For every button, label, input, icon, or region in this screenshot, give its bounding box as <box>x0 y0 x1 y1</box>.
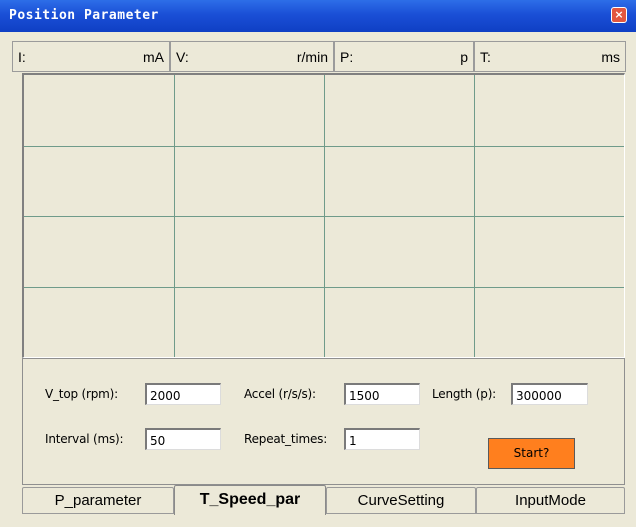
length-label: Length (p): <box>432 387 497 401</box>
time-readout: T: ms <box>474 41 626 72</box>
current-label: I: <box>18 49 26 65</box>
window-title: Position Parameter <box>9 8 159 23</box>
current-readout: I: mA <box>12 41 170 72</box>
plot-grid <box>24 75 624 357</box>
repeat-times-input[interactable] <box>344 428 420 450</box>
interval-label: Interval (ms): <box>45 432 124 446</box>
interval-input[interactable] <box>145 428 221 450</box>
position-readout: P: p <box>334 41 474 72</box>
velocity-label: V: <box>176 49 189 65</box>
tab-p-parameter[interactable]: P_parameter <box>22 487 174 513</box>
position-unit: p <box>460 49 468 65</box>
tab-curve-setting[interactable]: CurveSetting <box>326 487 476 513</box>
position-parameter-window: Position Parameter × I: mA V: r/min P: p… <box>0 0 636 527</box>
repeat-times-label: Repeat_times: <box>244 432 328 446</box>
velocity-readout: V: r/min <box>170 41 334 72</box>
tab-t-speed-par[interactable]: T_Speed_par <box>174 485 326 515</box>
velocity-unit: r/min <box>296 49 328 65</box>
close-icon: × <box>614 8 624 21</box>
plot-area <box>22 73 625 358</box>
tab-input-mode[interactable]: InputMode <box>476 487 625 513</box>
title-bar[interactable]: Position Parameter × <box>0 0 636 32</box>
accel-input[interactable] <box>344 383 420 405</box>
vtop-label: V_top (rpm): <box>45 387 118 401</box>
accel-label: Accel (r/s/s): <box>244 387 316 401</box>
start-button[interactable]: Start? <box>488 438 575 469</box>
time-unit: ms <box>601 49 620 65</box>
position-label: P: <box>340 49 354 65</box>
vtop-input[interactable] <box>145 383 221 405</box>
time-label: T: <box>480 49 491 65</box>
length-input[interactable] <box>511 383 588 405</box>
close-button[interactable]: × <box>611 7 627 23</box>
current-unit: mA <box>143 49 164 65</box>
